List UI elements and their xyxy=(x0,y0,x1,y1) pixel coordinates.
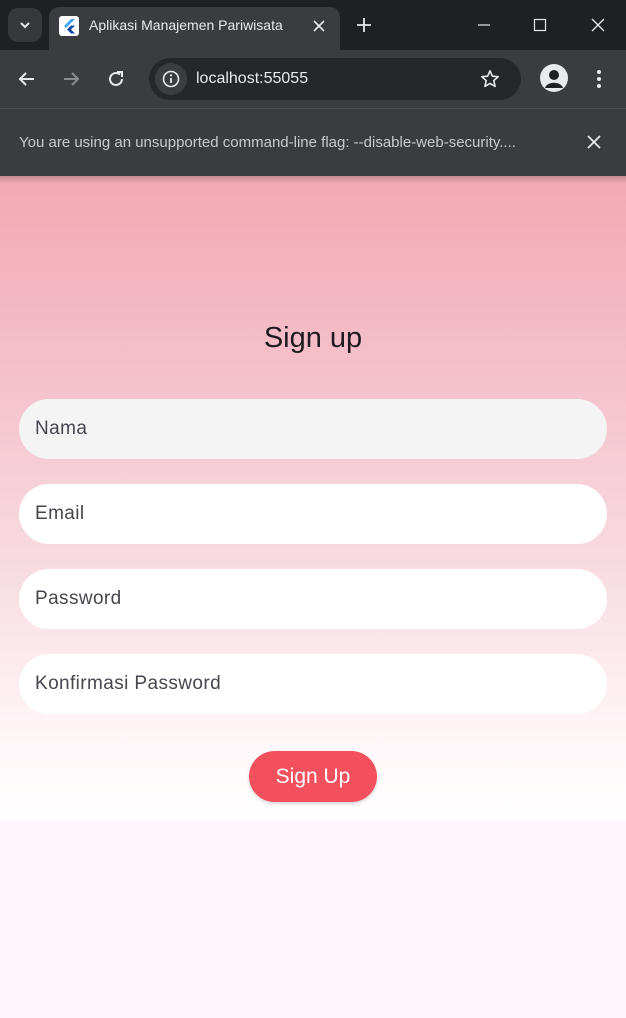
url-text: localhost:55055 xyxy=(196,70,309,87)
star-icon xyxy=(481,70,499,88)
address-bar[interactable]: localhost:55055 xyxy=(149,58,521,100)
profile-button[interactable] xyxy=(540,64,568,92)
minimize-icon xyxy=(478,24,490,26)
plus-icon xyxy=(357,18,371,32)
browser-tab[interactable]: Aplikasi Manajemen Pariwisata xyxy=(49,7,340,50)
bookmark-button[interactable] xyxy=(477,66,503,92)
browser-menu-button[interactable] xyxy=(586,64,612,94)
browser-toolbar: localhost:55055 xyxy=(0,50,626,108)
site-info-button[interactable] xyxy=(155,63,187,95)
close-icon xyxy=(587,135,601,149)
page-title: Sign up xyxy=(263,322,363,354)
browser-title-bar: Aplikasi Manajemen Pariwisata xyxy=(0,0,626,50)
flutter-logo-icon xyxy=(59,16,79,36)
forward-icon xyxy=(64,72,80,86)
infobar-close-button[interactable] xyxy=(582,130,606,154)
maximize-icon xyxy=(533,18,547,32)
window-close-button[interactable] xyxy=(570,0,626,50)
new-tab-button[interactable] xyxy=(351,12,377,38)
page-background xyxy=(0,821,626,1018)
password-field[interactable] xyxy=(19,569,607,629)
signup-page: Sign up Sign Up xyxy=(0,176,626,821)
name-input[interactable] xyxy=(19,399,607,459)
maximize-button[interactable] xyxy=(512,0,568,50)
reload-icon xyxy=(109,71,123,86)
tab-title: Aplikasi Manajemen Pariwisata xyxy=(89,17,283,33)
tab-close-button[interactable] xyxy=(308,15,330,37)
email-input[interactable] xyxy=(19,484,607,544)
back-button[interactable] xyxy=(12,64,42,94)
infobar-message: You are using an unsupported command-lin… xyxy=(19,134,516,151)
info-icon xyxy=(162,70,180,88)
close-icon xyxy=(591,18,605,32)
name-field[interactable] xyxy=(19,399,607,459)
infobar-shadow xyxy=(0,176,626,184)
close-icon xyxy=(313,20,325,32)
chevron-down-icon xyxy=(20,22,30,29)
forward-button[interactable] xyxy=(56,64,86,94)
tab-search-button[interactable] xyxy=(8,8,42,42)
signup-button[interactable]: Sign Up xyxy=(249,751,377,802)
more-vert-icon xyxy=(597,70,601,88)
confirm-password-input[interactable] xyxy=(19,654,607,714)
minimize-button[interactable] xyxy=(456,0,512,50)
profile-icon xyxy=(545,70,563,88)
back-icon xyxy=(18,72,34,86)
confirm-password-field[interactable] xyxy=(19,654,607,714)
warning-infobar: You are using an unsupported command-lin… xyxy=(0,108,626,176)
reload-button[interactable] xyxy=(101,64,131,94)
email-field[interactable] xyxy=(19,484,607,544)
password-input[interactable] xyxy=(19,569,607,629)
